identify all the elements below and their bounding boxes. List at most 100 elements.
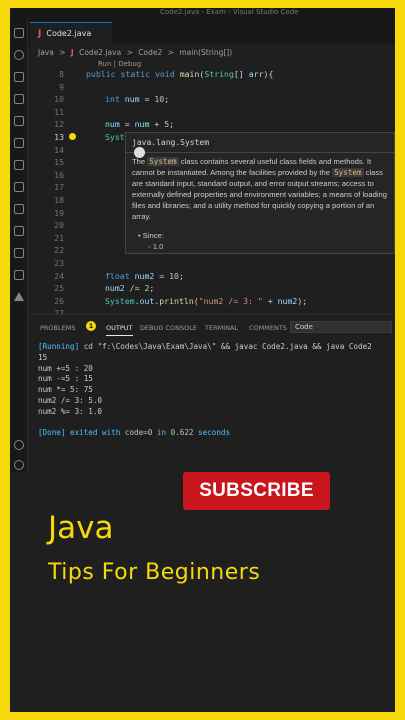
panel-tabs: PROBLEMS 1 OUTPUT DEBUG CONSOLE TERMINAL… — [28, 321, 395, 337]
java-file-icon: J — [38, 28, 42, 39]
breadcrumb-item[interactable]: Java — [38, 48, 54, 57]
divider — [126, 152, 395, 153]
window-title: Code2.java - Exam - Visual Studio Code — [160, 8, 299, 16]
activity-bar — [10, 20, 28, 472]
database-icon[interactable] — [14, 226, 24, 236]
editor-tab-bar: J Code2.java — [28, 20, 395, 44]
output-channel-select[interactable]: Code — [290, 321, 392, 333]
output-line: [Done] exited with code=0 in 0.622 secon… — [38, 428, 231, 438]
line-number: 25 — [54, 283, 64, 294]
breadcrumb-separator: > — [59, 48, 66, 57]
tab-label: Code2.java — [46, 29, 92, 38]
line-number: 19 — [54, 207, 64, 218]
source-control-icon[interactable] — [14, 72, 24, 82]
inline-code: System — [147, 157, 179, 166]
tab-comments[interactable]: COMMENTS — [249, 324, 287, 332]
line-number: 12 — [54, 119, 64, 130]
line-number: 24 — [54, 270, 64, 281]
tab-problems[interactable]: PROBLEMS — [40, 324, 75, 332]
line-number: 23 — [54, 258, 64, 268]
since-label: • Since: — [138, 231, 164, 240]
code-line[interactable]: 23 — [28, 257, 395, 270]
code-line[interactable]: 25 num2 /= 2; — [28, 282, 395, 295]
code-line[interactable]: 12 num = num + 5; — [28, 118, 395, 131]
breadcrumb: Java > J Code2.java > Code2 > main(Strin… — [38, 48, 235, 57]
code-line[interactable]: 24 float num2 = 10; — [28, 270, 395, 283]
line-number: 22 — [54, 245, 64, 256]
explorer-icon[interactable] — [14, 28, 24, 38]
code-text: int num = 10; — [105, 94, 170, 105]
testing-icon[interactable] — [14, 138, 24, 148]
output-line: num -=5 : 15 — [38, 374, 93, 384]
output-line: num2 /= 3: 5.0 — [38, 395, 103, 405]
breadcrumb-item[interactable]: main(String[]) — [179, 48, 232, 57]
line-number: 26 — [54, 295, 64, 306]
breadcrumb-separator: > — [167, 48, 174, 57]
code-text: float num2 = 10; — [105, 270, 184, 281]
output-line: [Running] cd "f:\Codes\Java\Exam\Java\" … — [38, 342, 372, 351]
run-debug-icon[interactable] — [14, 94, 24, 104]
hover-text: The — [132, 157, 148, 166]
tab-code2-java[interactable]: J Code2.java — [30, 22, 112, 44]
code-line[interactable]: 11 — [28, 106, 395, 119]
extensions-icon[interactable] — [14, 116, 24, 126]
code-text: public static void main(String[] arr){ — [86, 69, 274, 79]
tab-debug-console[interactable]: DEBUG CONSOLE — [140, 324, 197, 332]
output-line: 15 — [38, 352, 48, 362]
line-number: 14 — [54, 144, 64, 155]
code-line[interactable]: 26 System.out.println("num2 /= 3: " + num… — [28, 295, 395, 308]
output-line: num2 %= 3: 1.0 — [38, 406, 103, 416]
code-text: num = num + 5; — [105, 119, 175, 130]
problems-count-badge: 1 — [86, 321, 96, 331]
hover-description: The System class contains several useful… — [132, 156, 394, 222]
account-icon[interactable] — [14, 440, 24, 450]
bottom-panel: PROBLEMS 1 OUTPUT DEBUG CONSOLE TERMINAL… — [28, 314, 395, 472]
output-line: num *= 5: 75 — [38, 385, 93, 395]
lightbulb-icon[interactable] — [69, 133, 76, 140]
subscribe-button[interactable]: SUBSCRIBE — [183, 472, 330, 510]
docker-icon[interactable] — [14, 204, 24, 214]
touch-cursor-icon — [134, 147, 145, 158]
line-number: 13 — [54, 132, 64, 142]
line-number: 17 — [54, 182, 64, 193]
code-line[interactable]: 9 — [28, 81, 395, 94]
tab-terminal[interactable]: TERMINAL — [205, 324, 238, 332]
hover-tooltip: java.lang.System The System class contai… — [125, 132, 395, 254]
code-line[interactable]: 8 public static void main(String[] arr){ — [28, 68, 395, 81]
overlay-title: Java — [48, 510, 114, 546]
line-number: 16 — [54, 169, 64, 180]
line-number: 20 — [54, 220, 64, 231]
azure-icon[interactable] — [14, 292, 24, 301]
title-bar: Code2.java - Exam - Visual Studio Code — [10, 8, 395, 20]
line-number: 21 — [54, 232, 64, 243]
overlay-subtitle: Tips For Beginners — [48, 560, 261, 585]
java-file-icon: J — [70, 48, 74, 57]
breadcrumb-separator: > — [126, 48, 133, 57]
line-number: 18 — [54, 195, 64, 205]
code-text: num2 /= 2; — [105, 283, 155, 294]
remote-explorer-icon[interactable] — [14, 160, 24, 170]
line-number: 9 — [59, 81, 64, 92]
output-line: num +=5 : 20 — [38, 363, 93, 373]
vscode-window: Code2.java - Exam - Visual Studio Code J… — [10, 8, 395, 712]
line-number: 10 — [54, 94, 64, 105]
tab-output[interactable]: OUTPUT — [106, 324, 133, 336]
hover-title: java.lang.System — [132, 138, 210, 147]
breadcrumb-item[interactable]: Code2 — [138, 48, 162, 57]
line-number: 11 — [54, 106, 64, 117]
breadcrumb-item[interactable]: Code2.java — [79, 48, 121, 57]
timeline-icon[interactable] — [14, 270, 24, 280]
java-projects-icon[interactable] — [14, 182, 24, 192]
line-number: 8 — [59, 69, 64, 79]
output-log: [Running] cd "f:\Codes\Java\Exam\Java\" … — [38, 342, 372, 439]
code-line[interactable]: 10 int num = 10; — [28, 93, 395, 106]
package-icon[interactable] — [14, 248, 24, 258]
codelens-run-debug[interactable]: Run | Debug — [98, 60, 141, 68]
code-text: System.out.println("num2 /= 3: " + num2)… — [105, 295, 308, 306]
settings-gear-icon[interactable] — [14, 460, 24, 470]
since-value: ◦ 1.0 — [148, 242, 164, 251]
search-icon[interactable] — [14, 50, 24, 60]
inline-code: System — [332, 168, 364, 177]
line-number: 15 — [54, 157, 64, 168]
